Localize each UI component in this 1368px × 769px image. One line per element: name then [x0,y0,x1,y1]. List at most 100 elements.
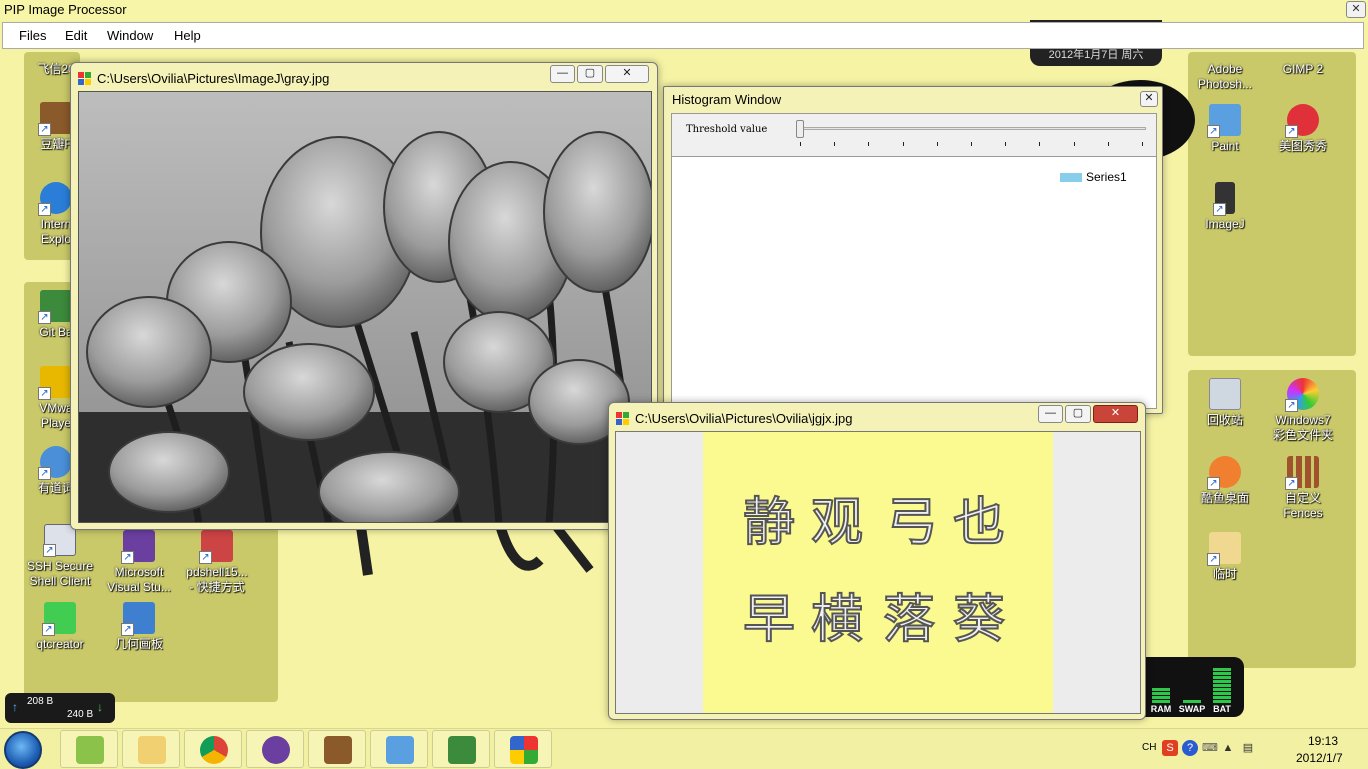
pdshell-icon: ↗ [199,530,233,564]
app-title: PIP Image Processor [4,2,127,17]
desktop-icon-label: GIMP 2 [1282,62,1324,76]
close-button[interactable]: ✕ [605,65,649,83]
visual-studio-icon [262,736,290,764]
keyboard-icon[interactable]: ⌨ [1202,740,1218,756]
vmware-icon: ↗ [38,366,72,400]
ssh-client-icon: ↗ [43,524,76,557]
menu-window[interactable]: Window [107,28,153,43]
seal-glyph: 弓 [885,492,939,554]
desktop-icon-label: 自定义 Fences [1283,491,1323,520]
system-tray: CH S ? ⌨ ▲ ▤ 19:13 2012/1/7 [1138,729,1368,769]
taskbar-button-paint[interactable] [370,730,428,768]
ram-label: RAM [1150,704,1172,714]
desktop-icon-temp-folder[interactable]: ↗ 临时 [1185,532,1265,582]
maximize-button[interactable]: ▢ [1065,405,1091,423]
upload-rate: 208 B [27,696,54,707]
taskbar-button-visual-studio[interactable] [246,730,304,768]
desktop-icon-sketchpad[interactable]: ↗ 几何画板 [99,602,179,652]
clipboard-icon[interactable]: ▤ [1240,740,1256,756]
desktop-icon-photoshop[interactable]: Adobe Photosh... [1185,62,1265,92]
desktop-icon-pdshell[interactable]: ↗ pdshell15... - 快捷方式 [177,530,257,595]
app-close-button[interactable]: ✕ [1346,1,1366,18]
taskbar: CH S ? ⌨ ▲ ▤ 19:13 2012/1/7 [0,728,1368,769]
slider-tick [1142,142,1143,146]
threshold-slider-track[interactable] [800,127,1146,130]
desktop-icon-kuyu-desktop[interactable]: ↗ 酷鱼桌面 [1185,456,1265,506]
app-titlebar[interactable]: PIP Image Processor ✕ [0,0,1368,20]
taskbar-button-notepadpp[interactable] [60,730,118,768]
threshold-label: Threshold value [686,124,768,135]
clock-date[interactable]: 2012/1/7 [1296,751,1343,765]
slider-tick [800,142,801,146]
histogram-chart: Series1 [671,157,1157,409]
slider-tick [834,142,836,146]
download-arrow-icon: ↓ [97,700,103,714]
paint-icon [386,736,414,764]
desktop-icon-label: 酷鱼桌面 [1200,491,1249,505]
imagej-microscope-icon: ↗ [1213,182,1235,216]
minimize-button[interactable]: — [1038,405,1063,423]
color-folder-icon: ↗ [1285,378,1319,412]
help-icon[interactable]: ? [1182,740,1198,756]
seal-glyph: 早 [742,589,796,651]
desktop-icon-qtcreator[interactable]: ↗ qtcreator [20,602,100,652]
desktop-icon-fences[interactable]: ↗ 自定义 Fences [1263,456,1343,521]
sogou-input-icon[interactable]: S [1162,740,1178,756]
desktop-icon-meitu[interactable]: ↗ 美图秀秀 [1263,104,1343,154]
close-button[interactable]: ✕ [1093,405,1138,423]
slider-tick [936,142,938,146]
menu-edit[interactable]: Edit [65,28,87,43]
histogram-window: Histogram Window ✕ Threshold value Serie… [663,86,1163,414]
seal-glyph: 也 [952,492,1006,554]
start-button[interactable] [4,731,42,769]
desktop-icon-label: 临时 [1212,567,1237,581]
window-title: C:\Users\Ovilia\Pictures\Ovilia\jgjx.jpg [635,411,853,426]
upload-arrow-icon: ↑ [12,700,18,714]
menu-help[interactable]: Help [174,28,201,43]
taskbar-button-explorer[interactable] [122,730,180,768]
threshold-slider-thumb[interactable] [796,120,804,138]
swap-label: SWAP [1178,704,1206,714]
youdao-dict-icon: ↗ [38,446,72,480]
histogram-close-button[interactable]: ✕ [1140,91,1158,107]
image-window-gray: C:\Users\Ovilia\Pictures\ImageJ\gray.jpg… [70,62,658,530]
desktop-icon-label: Windows7 彩色文件夹 [1272,413,1333,442]
show-hidden-icons-icon[interactable]: ▲ [1220,740,1236,756]
slider-tick [1039,142,1041,146]
desktop-icon-gimp[interactable]: GIMP 2 [1263,62,1343,77]
desktop-icon-label: pdshell15... - 快捷方式 [186,565,248,594]
git-icon [448,736,476,764]
battery-meter [1213,667,1231,703]
slider-tick [902,142,904,146]
desktop-icon-ssh-secure-shell[interactable]: ↗ SSH Secure Shell Client [20,524,100,589]
desktop-icon-imagej[interactable]: ↗ ImageJ [1185,182,1265,232]
desktop-icon-label: qtcreator [36,637,84,651]
desktop-icon-recycle-bin[interactable]: 回收站 [1185,378,1265,428]
seal-glyph: 葵 [952,589,1006,651]
clock-time[interactable]: 19:13 [1308,734,1338,748]
taskbar-button-pip[interactable] [494,730,552,768]
minimize-button[interactable]: — [550,65,575,83]
maximize-button[interactable]: ▢ [577,65,603,83]
desktop-icon-label: 几何画板 [114,637,163,651]
taskbar-button-git[interactable] [432,730,490,768]
desktop-icon-win7-folders[interactable]: ↗ Windows7 彩色文件夹 [1263,378,1343,443]
network-meter-gadget: ↑ 208 B 240 B ↓ [5,693,115,723]
taskbar-button-chrome[interactable] [184,730,242,768]
battery-label: BAT [1213,704,1231,714]
app-window-icon [616,412,630,426]
desktop-icon-visual-studio[interactable]: ↗ Microsoft Visual Stu... [99,530,179,595]
seal-glyph: 横 [810,589,864,651]
window-title: C:\Users\Ovilia\Pictures\ImageJ\gray.jpg [97,71,330,86]
menu-files[interactable]: Files [19,28,46,43]
ram-meter [1152,687,1170,703]
desktop-icon-label: 美图秀秀 [1278,139,1327,153]
slider-tick [971,142,972,146]
slider-tick [868,142,870,146]
geometry-sketchpad-icon: ↗ [121,602,155,636]
grayscale-tulip-image [78,91,652,523]
desktop-icon-paint[interactable]: ↗ Paint [1185,104,1265,154]
taskbar-button-douban-fm[interactable] [308,730,366,768]
input-language-indicator[interactable]: CH [1142,742,1156,753]
desktop-icon-label: 回收站 [1206,413,1243,427]
